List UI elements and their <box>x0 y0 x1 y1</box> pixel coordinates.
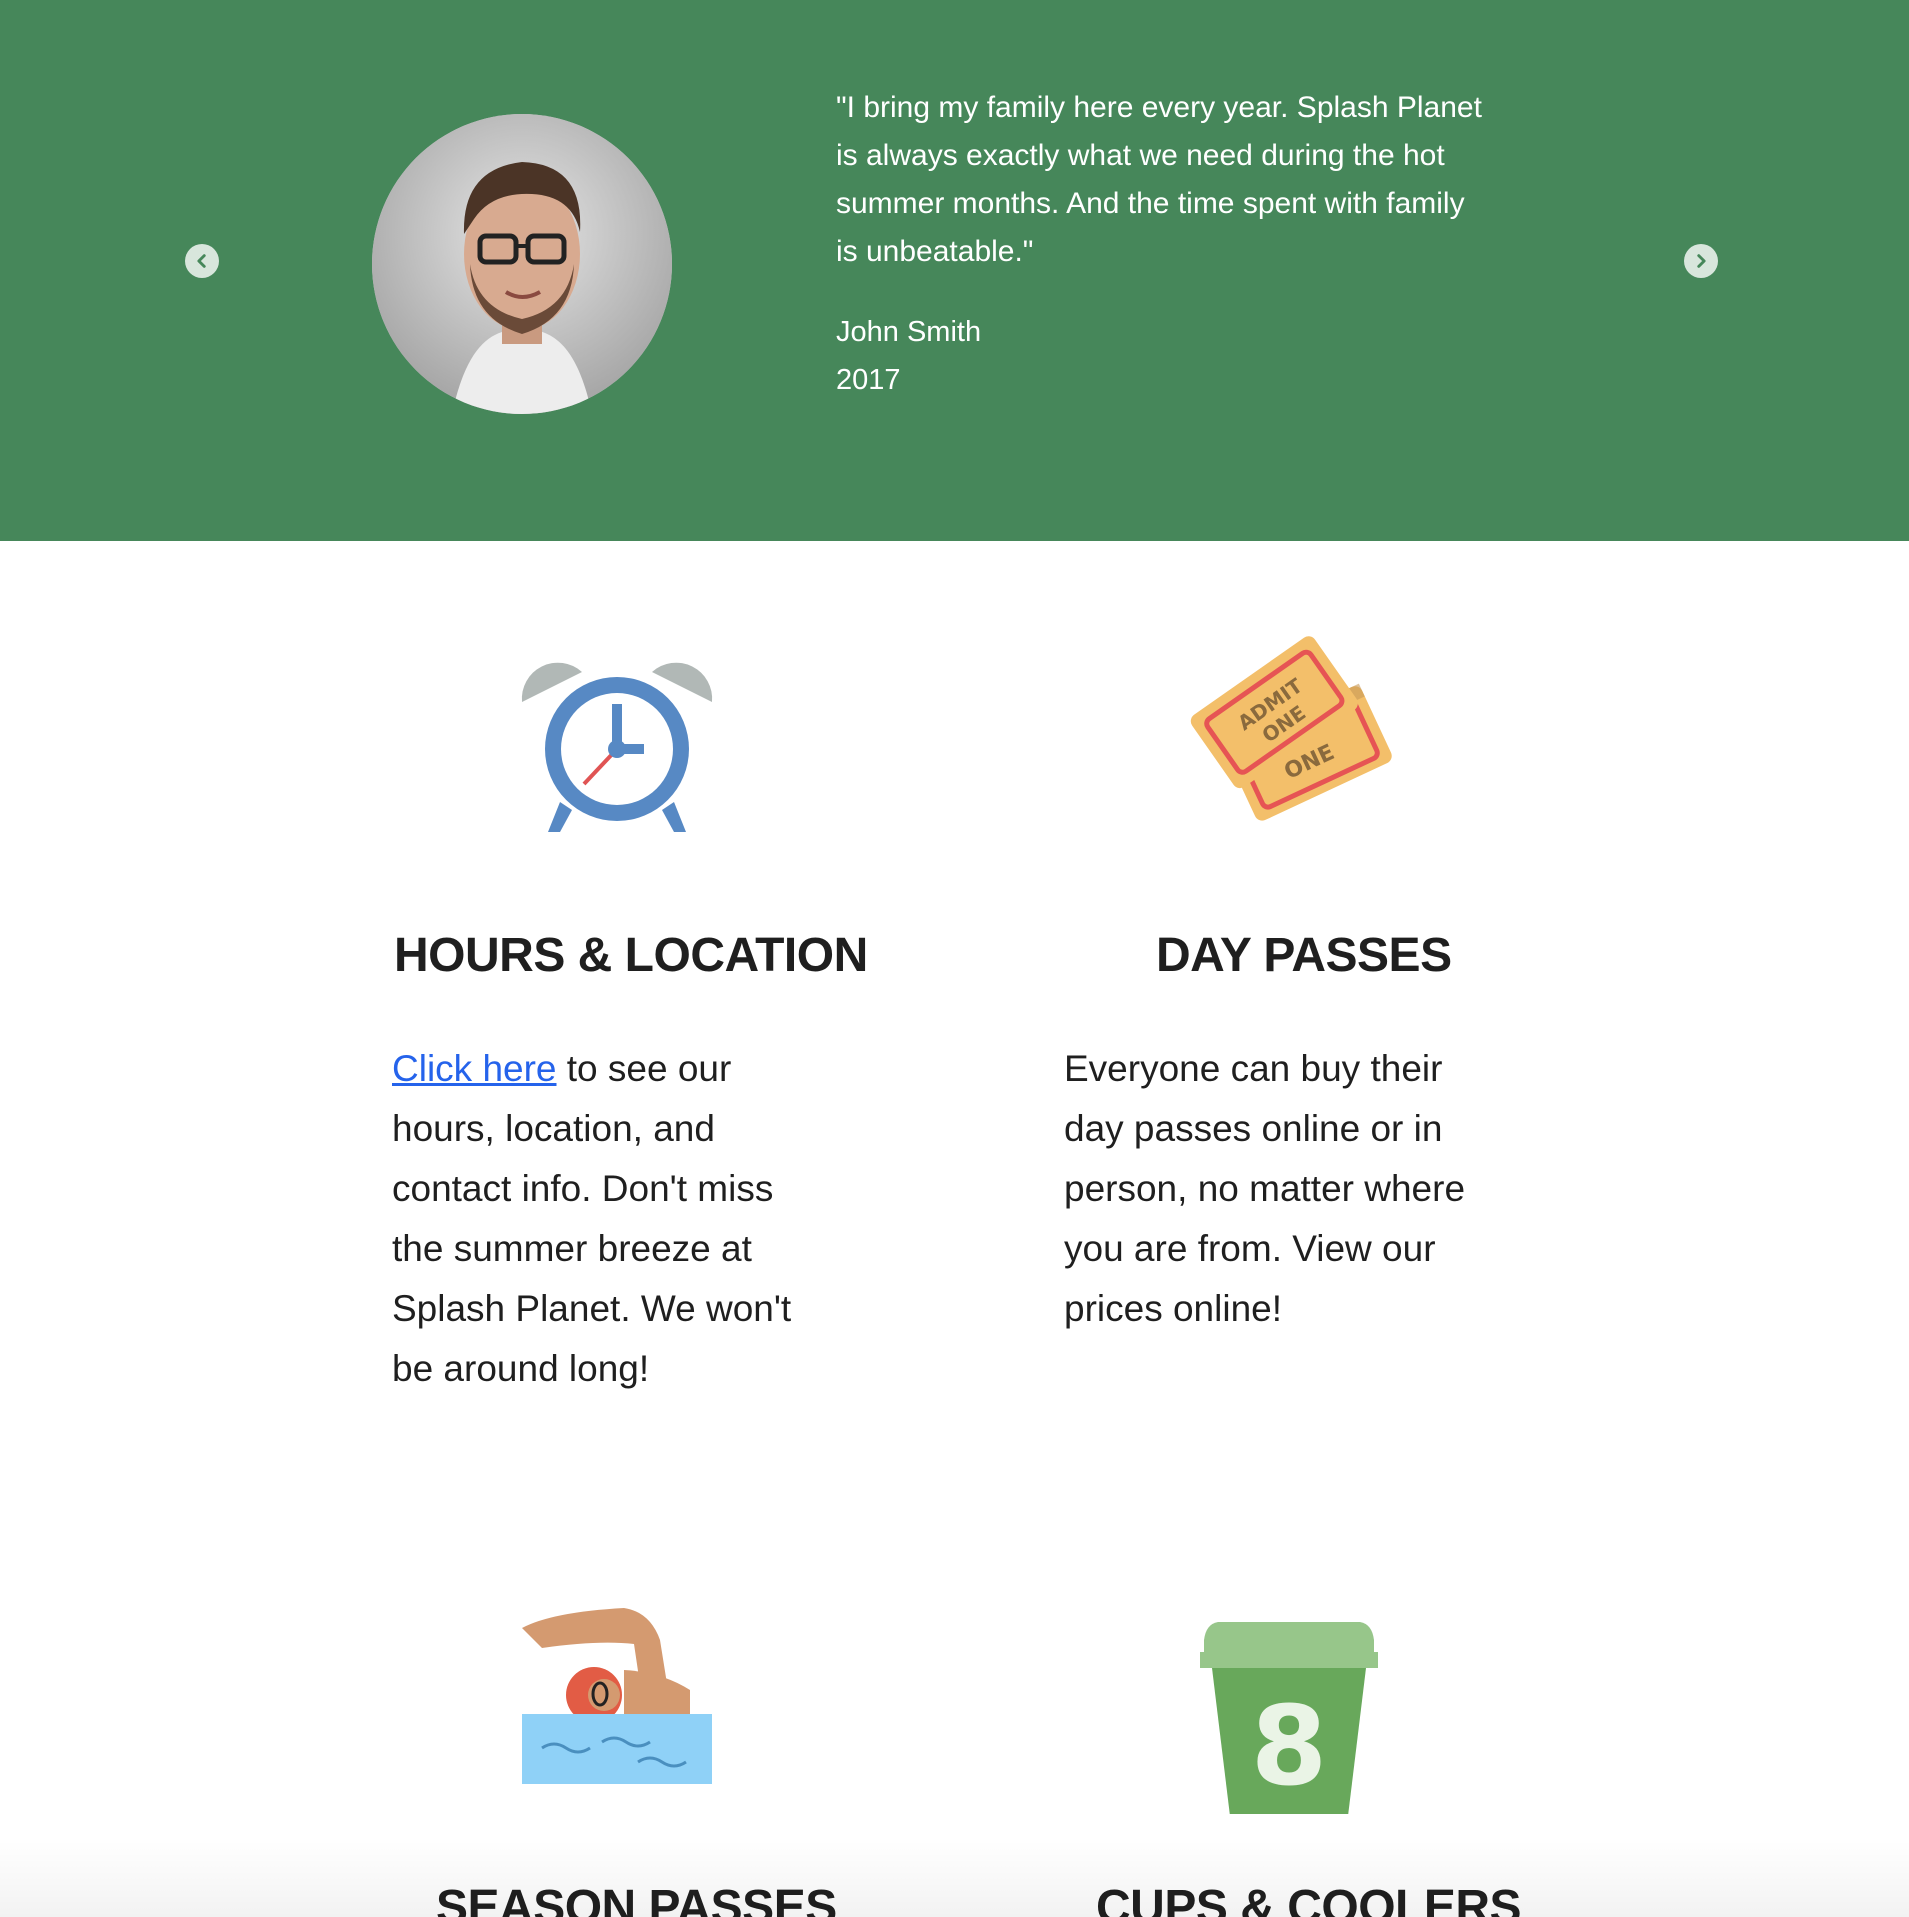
cup-number: 8 <box>1251 1682 1328 1810</box>
carousel-next-button[interactable] <box>1684 244 1718 278</box>
tickets-icon: ONE ADMIT ONE <box>1184 630 1394 840</box>
chevron-left-icon <box>197 254 206 268</box>
feature-description-text: to see our hours, location, and contact … <box>392 1048 792 1389</box>
swimmer-icon <box>512 1590 722 1800</box>
feature-description: Everyone can buy their day passes online… <box>1064 1048 1466 1329</box>
person-photo <box>372 114 672 414</box>
feature-title: HOURS & LOCATION <box>394 929 868 982</box>
feature-description: Click here to see our hours, location, a… <box>392 1039 812 1399</box>
feature-title: SEASON PASSES <box>436 1881 837 1917</box>
alarm-clock-icon <box>512 632 722 842</box>
avatar <box>372 114 672 414</box>
chevron-right-icon <box>1697 254 1706 268</box>
feature-title: DAY PASSES <box>1156 929 1452 982</box>
bottom-shadow <box>0 1840 1909 1917</box>
testimonial-carousel: "I bring my family here every year. Spla… <box>0 0 1909 541</box>
cup-icon: 8 <box>1184 1604 1394 1816</box>
testimonial-content: "I bring my family here every year. Spla… <box>836 84 1486 404</box>
feature-title: CUPS & COOLERS <box>1096 1881 1522 1917</box>
carousel-prev-button[interactable] <box>185 244 219 278</box>
hours-location-link[interactable]: Click here <box>392 1048 557 1089</box>
testimonial-quote: "I bring my family here every year. Spla… <box>836 91 1482 268</box>
testimonial-author: John Smith <box>836 316 982 348</box>
testimonial-year: 2017 <box>836 364 901 396</box>
